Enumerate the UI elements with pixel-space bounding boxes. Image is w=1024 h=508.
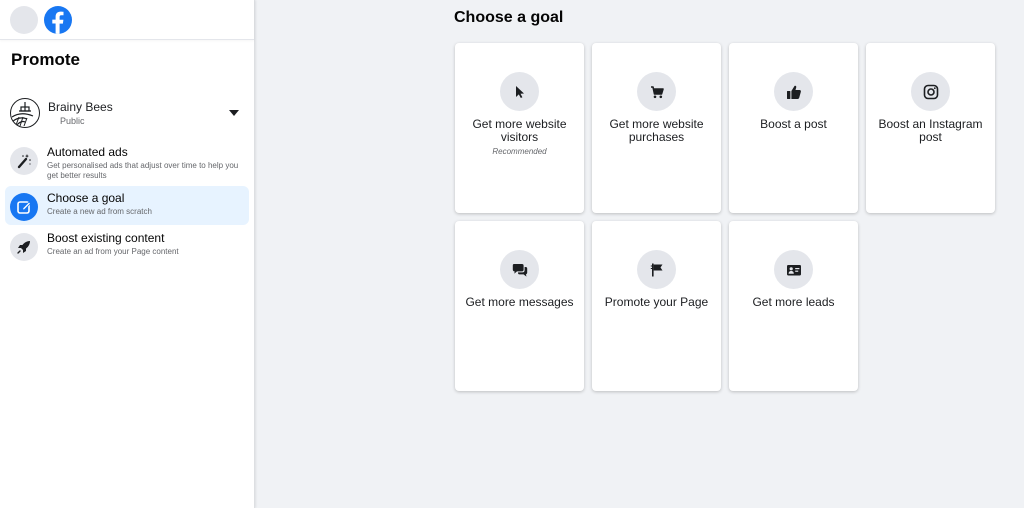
goal-label: Boost an Instagram post (878, 117, 983, 144)
shopping-cart-icon (637, 72, 676, 111)
goal-card-boost-instagram-post[interactable]: Boost an Instagram post (866, 43, 995, 213)
edit-icon (10, 193, 38, 221)
profile-avatar[interactable] (10, 5, 38, 34)
facebook-logo-icon[interactable] (44, 5, 72, 34)
flag-icon (637, 250, 676, 289)
nav-item-boost-existing-content[interactable]: Boost existing content Create an ad from… (5, 226, 249, 265)
rocket-icon (10, 233, 38, 261)
nav-label: Choose a goal (47, 191, 125, 205)
goal-label: Boost a post (760, 117, 827, 131)
goal-grid: Get more website visitors Recommended Ge… (455, 43, 995, 391)
nav-description: Create a new ad from scratch (47, 207, 152, 216)
page-selector-dropdown[interactable]: Brainy Bees Public (0, 90, 254, 136)
nav-label: Automated ads (47, 145, 128, 159)
contact-card-icon (774, 250, 813, 289)
goal-card-messages[interactable]: Get more messages (455, 221, 584, 391)
goal-label: Get more leads (752, 295, 835, 309)
top-bar (0, 0, 254, 40)
sidebar: Promote Brainy Bees Public Automated ads… (0, 0, 255, 508)
nav-description: Get personalised ads that adjust over ti… (47, 161, 239, 180)
instagram-icon (911, 72, 950, 111)
nav-item-automated-ads[interactable]: Automated ads Get personalised ads that … (5, 140, 249, 185)
goal-card-website-purchases[interactable]: Get more website purchases (592, 43, 721, 213)
promote-nav: Automated ads Get personalised ads that … (0, 140, 254, 265)
page-title: Choose a goal (454, 9, 564, 26)
caret-down-icon[interactable] (229, 110, 239, 116)
nav-item-choose-a-goal[interactable]: Choose a goal Create a new ad from scrat… (5, 186, 249, 225)
nav-label: Boost existing content (47, 231, 165, 245)
main-content: Choose a goal Get more website visitors … (256, 0, 1024, 508)
goal-card-boost-post[interactable]: Boost a post (729, 43, 858, 213)
goal-card-promote-page[interactable]: Promote your Page (592, 221, 721, 391)
page-visibility: Public (60, 115, 85, 126)
goal-card-leads[interactable]: Get more leads (729, 221, 858, 391)
thumbs-up-icon (774, 72, 813, 111)
nav-description: Create an ad from your Page content (47, 247, 179, 256)
goal-card-website-visitors[interactable]: Get more website visitors Recommended (455, 43, 584, 213)
goal-label: Promote your Page (604, 295, 709, 309)
cursor-icon (500, 72, 539, 111)
page-name: Brainy Bees (48, 99, 113, 114)
goal-label: Get more website visitors (472, 117, 567, 144)
page-avatar (10, 98, 40, 128)
magic-wand-icon (10, 147, 38, 175)
goal-label: Get more messages (465, 295, 574, 309)
recommended-badge: Recommended (492, 147, 547, 156)
sidebar-title: Promote (11, 50, 80, 69)
chat-bubbles-icon (500, 250, 539, 289)
goal-label: Get more website purchases (609, 117, 704, 144)
